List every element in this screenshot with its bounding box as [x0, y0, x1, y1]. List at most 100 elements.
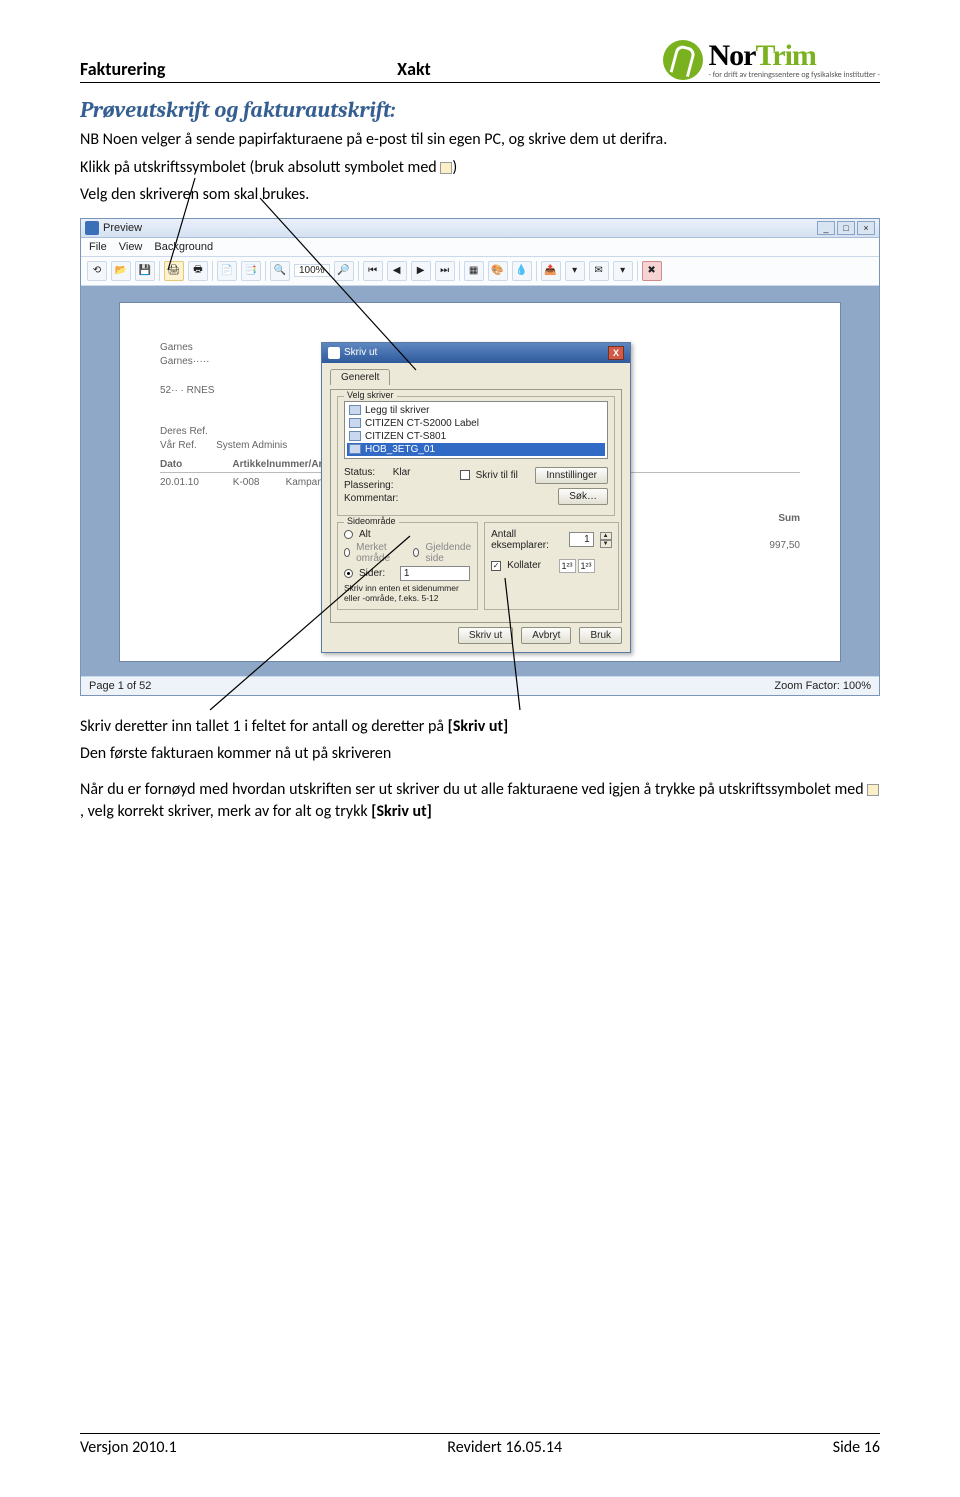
spin-down-icon[interactable]: ▼: [600, 540, 612, 548]
dialog-close-button[interactable]: X: [608, 346, 624, 360]
print-icon[interactable]: 🖨: [164, 261, 184, 281]
spin-up-icon[interactable]: ▲: [600, 532, 612, 540]
pages-input[interactable]: 1: [400, 566, 470, 581]
radio-current[interactable]: [413, 548, 419, 557]
zoom-out-icon[interactable]: 🔍: [270, 261, 290, 281]
status-label: Status:: [344, 467, 375, 478]
menubar: File View Background: [81, 238, 879, 257]
dropdown-icon[interactable]: ▾: [565, 261, 585, 281]
status-zoom: Zoom Factor: 100%: [774, 680, 871, 692]
paragraph-select-printer: Velg den skriveren som skal brukes.: [80, 184, 880, 206]
save-icon[interactable]: 💾: [135, 261, 155, 281]
doc-ref2: Vår Ref.: [160, 440, 197, 451]
print-icon: [440, 162, 452, 174]
footer-version: Versjon 2010.1: [80, 1438, 177, 1457]
next-page-icon[interactable]: ▶: [411, 261, 431, 281]
first-page-icon[interactable]: ⏮: [363, 261, 383, 281]
screenshot: Preview _ □ × File View Background ⟲ 📂 💾…: [80, 218, 880, 696]
settings-button[interactable]: Innstillinger: [535, 467, 608, 484]
menu-background[interactable]: Background: [154, 241, 213, 253]
printer-item-2[interactable]: CITIZEN CT-S801: [347, 430, 605, 443]
copies-label: Antall eksemplarer:: [491, 529, 554, 551]
multipage-icon[interactable]: ▦: [464, 261, 484, 281]
status-page: Page 1 of 52: [89, 680, 151, 692]
header-left: Fakturering: [80, 58, 165, 80]
brand-name: NorTrim: [709, 41, 880, 71]
menu-file[interactable]: File: [89, 241, 107, 253]
footer-page: Side 16: [833, 1438, 880, 1457]
preview-titlebar: Preview _ □ ×: [81, 219, 879, 238]
statusbar: Page 1 of 52 Zoom Factor: 100%: [81, 676, 879, 695]
collate-checkbox[interactable]: ✓: [491, 561, 501, 571]
sum-label: Sum: [769, 513, 800, 524]
menu-view[interactable]: View: [119, 241, 143, 253]
close-preview-icon[interactable]: ✖: [642, 261, 662, 281]
cancel-button[interactable]: Avbryt: [521, 627, 571, 644]
header-footer-icon[interactable]: 📑: [241, 261, 261, 281]
paragraph-click: Klikk på utskriftssymbolet (bruk absolut…: [80, 157, 880, 179]
app-icon: [85, 221, 99, 235]
print-dialog: Skriv ut X Generelt Velg skriver Legg ti…: [321, 342, 631, 653]
radio-marked[interactable]: [344, 548, 350, 557]
zoom-in-icon[interactable]: 🔎: [334, 261, 354, 281]
mail-icon[interactable]: ✉: [589, 261, 609, 281]
status-value: Klar: [393, 467, 411, 478]
dialog-icon: [328, 347, 340, 359]
printer-item-selected[interactable]: HOB_3ETG_01: [347, 443, 605, 456]
printer-item-add[interactable]: Legg til skriver: [347, 404, 605, 417]
radio-current-label: Gjeldende side: [425, 542, 471, 564]
doc-ref1: Deres Ref.: [160, 426, 208, 437]
prev-page-icon[interactable]: ◀: [387, 261, 407, 281]
group-label-range: Sideområde: [344, 516, 399, 526]
print-button[interactable]: Skriv ut: [458, 627, 513, 644]
copies-input[interactable]: 1: [569, 532, 593, 547]
printer-list[interactable]: Legg til skriver CITIZEN CT-S2000 Label …: [344, 401, 608, 459]
print-to-file-checkbox[interactable]: [460, 470, 470, 480]
tab-general[interactable]: Generelt: [330, 369, 390, 385]
radio-all[interactable]: [344, 530, 353, 539]
collate-label: Kollater: [507, 560, 541, 571]
pages-hint: Skriv inn enten et sidenummer eller -omr…: [344, 583, 471, 603]
group-copies: Antall eksemplarer: 1 ▲▼ ✓ Kollater 1²³1²³: [484, 522, 619, 610]
nav-icon[interactable]: ⟲: [87, 261, 107, 281]
add-printer-icon: [349, 405, 361, 415]
paragraph-first-invoice: Den første fakturaen kommer nå ut på skr…: [80, 743, 880, 765]
printer-icon: [349, 431, 361, 441]
radio-marked-label: Merket område: [356, 542, 396, 564]
minimize-button[interactable]: _: [817, 221, 835, 235]
color-icon[interactable]: 🎨: [488, 261, 508, 281]
group-page-range: Sideområde Alt Merket område Gjeldende s…: [337, 522, 478, 610]
radio-all-label: Alt: [359, 529, 371, 540]
printer-item-1[interactable]: CITIZEN CT-S2000 Label: [347, 417, 605, 430]
radio-pages[interactable]: [344, 569, 353, 578]
preview-title: Preview: [103, 222, 142, 234]
close-button[interactable]: ×: [857, 221, 875, 235]
printer-icon: [349, 444, 361, 454]
th-dato: Dato: [160, 459, 230, 470]
td-dato: 20.01.10: [160, 477, 230, 488]
brand-tagline: - for drift av treningssentere og fysika…: [709, 71, 880, 79]
comment-label: Kommentar:: [344, 493, 398, 504]
export-icon[interactable]: 📤: [541, 261, 561, 281]
dialog-title: Skriv ut: [344, 347, 377, 358]
page-setup-icon[interactable]: 📄: [217, 261, 237, 281]
td-k: K-008: [233, 477, 283, 488]
header-center: Xakt: [397, 58, 431, 80]
quickprint-icon[interactable]: 🖶: [188, 261, 208, 281]
group-label-printer: Velg skriver: [344, 390, 397, 400]
paragraph-nb: NB Noen velger å sende papirfakturaene p…: [80, 129, 880, 151]
page-header: Fakturering Xakt NorTrim - for drift av …: [80, 40, 880, 83]
preview-window: Preview _ □ × File View Background ⟲ 📂 💾…: [80, 218, 880, 696]
open-icon[interactable]: 📂: [111, 261, 131, 281]
collate-icon: 1²³1²³: [559, 559, 595, 573]
zoom-value[interactable]: 100%: [294, 264, 330, 277]
dropdown2-icon[interactable]: ▾: [613, 261, 633, 281]
last-page-icon[interactable]: ⏭: [435, 261, 455, 281]
doc-ref2v: System Adminis: [216, 440, 287, 451]
find-printer-button[interactable]: Søk…: [558, 488, 608, 505]
logo: NorTrim - for drift av treningssentere o…: [663, 40, 880, 80]
apply-button[interactable]: Bruk: [579, 627, 622, 644]
maximize-button[interactable]: □: [837, 221, 855, 235]
paragraph-step: Skriv deretter inn tallet 1 i feltet for…: [80, 716, 880, 738]
watermark-icon[interactable]: 💧: [512, 261, 532, 281]
